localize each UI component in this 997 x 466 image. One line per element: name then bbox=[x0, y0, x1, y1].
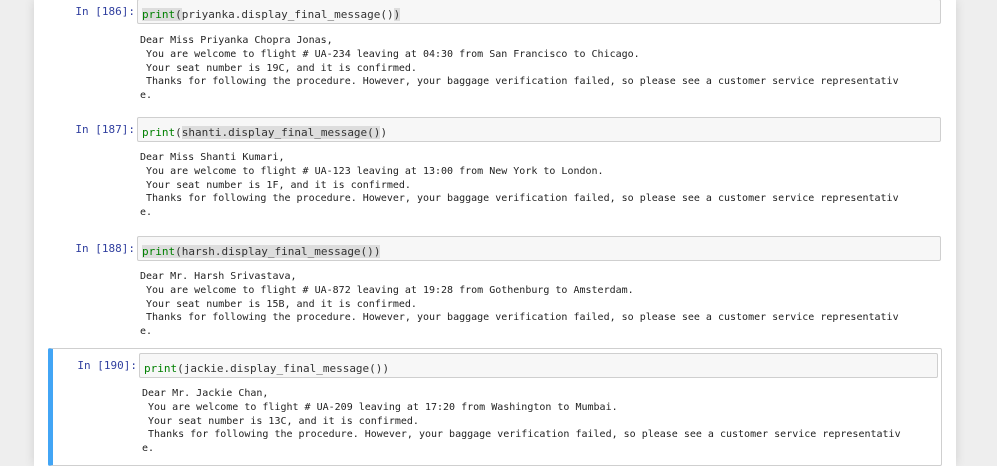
code-keyword: print bbox=[144, 362, 178, 375]
cell-output: Dear Mr. Harsh Srivastava, You are welco… bbox=[140, 270, 941, 339]
output-line: Dear Miss Shanti Kumari, bbox=[140, 152, 285, 163]
code-expression: shanti.display_final_message() bbox=[181, 126, 381, 139]
code-paren: ) bbox=[382, 362, 390, 375]
code-paren: ) bbox=[393, 8, 401, 21]
code-line: print(priyanka.display_final_message()) bbox=[142, 8, 401, 21]
code-line: print(jackie.display_final_message()) bbox=[144, 362, 389, 375]
code-paren: ( bbox=[175, 126, 182, 139]
output-line: e. bbox=[140, 90, 153, 102]
cell-output: Dear Mr. Jackie Chan, You are welcome to… bbox=[142, 387, 941, 456]
output-line: Thanks for following the procedure. Howe… bbox=[142, 429, 901, 441]
code-input[interactable]: print(shanti.display_final_message()) bbox=[137, 117, 941, 142]
output-line: Your seat number is 13C, and it is confi… bbox=[142, 415, 419, 427]
code-keyword: print bbox=[142, 126, 176, 139]
code-keyword: print bbox=[142, 245, 176, 258]
notebook-container: In [186]: print(priyanka.display_final_m… bbox=[34, 0, 956, 466]
code-input[interactable]: print(harsh.display_final_message()) bbox=[137, 236, 941, 261]
code-cell[interactable]: In [188]: print(harsh.display_final_mess… bbox=[46, 230, 942, 345]
code-keyword: print bbox=[142, 8, 176, 21]
output-line: Your seat number is 1F, and it is confir… bbox=[140, 179, 411, 191]
input-prompt: In [188]: bbox=[75, 242, 135, 255]
cell-output: Dear Miss Shanti Kumari, You are welcome… bbox=[140, 151, 941, 220]
code-expression: harsh.display_final_message() bbox=[181, 245, 374, 258]
code-cell[interactable]: In [186]: print(priyanka.display_final_m… bbox=[46, 0, 942, 108]
output-line: e. bbox=[140, 326, 153, 338]
code-expression: priyanka.display_final_message() bbox=[181, 8, 394, 21]
code-input[interactable]: print(jackie.display_final_message()) bbox=[139, 353, 938, 378]
code-paren: ) bbox=[373, 245, 381, 258]
output-line: Your seat number is 19C, and it is confi… bbox=[140, 62, 417, 74]
output-line: e. bbox=[142, 443, 155, 455]
input-prompt: In [190]: bbox=[77, 359, 137, 372]
output-line: Thanks for following the procedure. Howe… bbox=[140, 312, 899, 324]
code-paren: ) bbox=[380, 126, 388, 139]
input-prompt: In [186]: bbox=[75, 5, 135, 18]
output-line: Dear Mr. Jackie Chan, bbox=[142, 388, 269, 399]
output-line: You are welcome to flight # UA-234 leavi… bbox=[140, 48, 640, 60]
code-paren: ( bbox=[175, 8, 182, 21]
code-line: print(shanti.display_final_message()) bbox=[142, 126, 387, 139]
output-line: Thanks for following the procedure. Howe… bbox=[140, 193, 899, 205]
code-paren: ( bbox=[175, 245, 182, 258]
code-paren: ( bbox=[177, 362, 184, 375]
output-line: Dear Miss Priyanka Chopra Jonas, bbox=[140, 35, 333, 46]
code-input[interactable]: print(priyanka.display_final_message()) bbox=[137, 0, 941, 24]
output-line: You are welcome to flight # UA-123 leavi… bbox=[140, 165, 604, 177]
code-cell[interactable]: In [187]: print(shanti.display_final_mes… bbox=[46, 111, 942, 226]
output-line: You are welcome to flight # UA-872 leavi… bbox=[140, 284, 634, 296]
output-line: e. bbox=[140, 207, 153, 219]
code-line: print(harsh.display_final_message()) bbox=[142, 245, 381, 258]
output-line: Dear Mr. Harsh Srivastava, bbox=[140, 271, 297, 282]
input-prompt: In [187]: bbox=[75, 123, 135, 136]
output-line: Thanks for following the procedure. Howe… bbox=[140, 76, 899, 88]
code-expression: jackie.display_final_message() bbox=[183, 362, 383, 375]
cell-output: Dear Miss Priyanka Chopra Jonas, You are… bbox=[140, 34, 941, 103]
code-cell-selected[interactable]: In [190]: print(jackie.display_final_mes… bbox=[48, 348, 942, 466]
output-line: Your seat number is 15B, and it is confi… bbox=[140, 298, 417, 310]
output-line: You are welcome to flight # UA-209 leavi… bbox=[142, 401, 618, 413]
